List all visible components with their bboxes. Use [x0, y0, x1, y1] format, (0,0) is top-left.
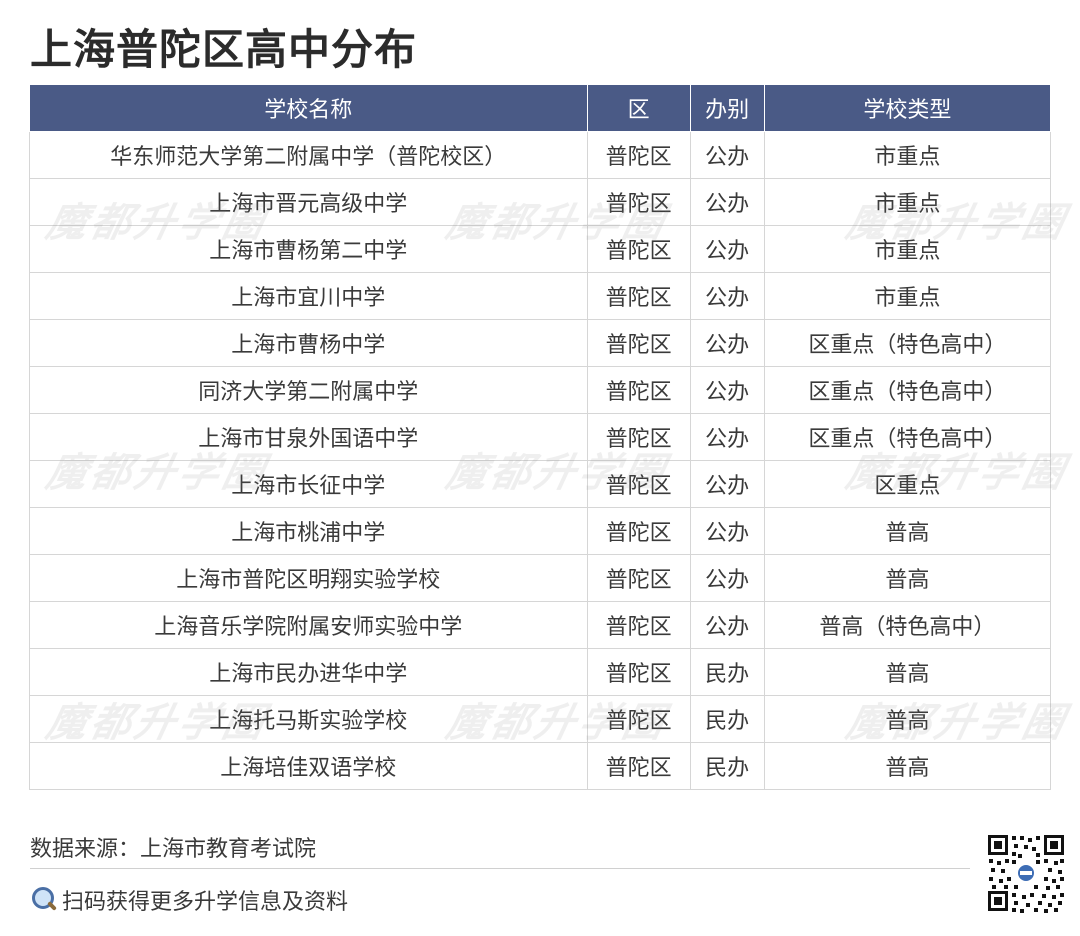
magnifying-glass-icon — [30, 886, 58, 914]
cell-school-name: 上海市桃浦中学 — [29, 507, 588, 555]
table-row: 上海市曹杨第二中学 普陀区 公办 市重点 — [29, 225, 1052, 273]
cell-school-name: 上海音乐学院附属安师实验中学 — [29, 601, 588, 649]
cell-school-name: 上海培佳双语学校 — [29, 742, 588, 790]
cell-school-type: 区重点（特色高中） — [763, 366, 1052, 414]
cell-school-name: 上海市曹杨第二中学 — [29, 225, 588, 273]
cell-school-type: 区重点 — [763, 460, 1052, 508]
cell-school-name: 上海市甘泉外国语中学 — [29, 413, 588, 461]
scan-prompt-text: 扫码获得更多升学信息及资料 — [62, 890, 349, 915]
cell-school-type: 市重点 — [763, 131, 1052, 179]
table-row: 上海市晋元高级中学 普陀区 公办 市重点 — [29, 178, 1052, 226]
cell-school-name: 上海市宜川中学 — [29, 272, 588, 320]
cell-district: 普陀区 — [586, 554, 691, 602]
cell-school-name: 上海市曹杨中学 — [29, 319, 588, 367]
header-school-name: 学校名称 — [29, 84, 588, 132]
table-row: 上海市桃浦中学 普陀区 公办 普高 — [29, 507, 1052, 555]
table-row: 上海市宜川中学 普陀区 公办 市重点 — [29, 272, 1052, 320]
cell-ownership: 公办 — [689, 319, 765, 367]
cell-district: 普陀区 — [586, 272, 691, 320]
table-row: 同济大学第二附属中学 普陀区 公办 区重点（特色高中） — [29, 366, 1052, 414]
cell-school-type: 市重点 — [763, 178, 1052, 226]
cell-school-type: 普高 — [763, 507, 1052, 555]
cell-ownership: 公办 — [689, 366, 765, 414]
cell-district: 普陀区 — [586, 460, 691, 508]
header-district: 区 — [586, 84, 691, 132]
cell-ownership: 公办 — [689, 225, 765, 273]
cell-ownership: 公办 — [689, 131, 765, 179]
page-title: 上海普陀区高中分布 — [30, 25, 418, 74]
scan-prompt: 扫码获得更多升学信息及资料 — [30, 884, 348, 916]
cell-school-type: 普高 — [763, 742, 1052, 790]
cell-school-type: 普高 — [763, 554, 1052, 602]
schools-table: 学校名称 区 办别 学校类型 华东师范大学第二附属中学（普陀校区） 普陀区 公办 市重… — [29, 84, 1052, 790]
cell-school-type: 普高 — [763, 648, 1052, 696]
cell-ownership: 公办 — [689, 601, 765, 649]
cell-school-name: 上海市晋元高级中学 — [29, 178, 588, 226]
cell-district: 普陀区 — [586, 131, 691, 179]
cell-school-type: 普高 — [763, 695, 1052, 743]
table-row: 上海培佳双语学校 普陀区 民办 普高 — [29, 742, 1052, 790]
cell-ownership: 公办 — [689, 178, 765, 226]
cell-school-type: 市重点 — [763, 225, 1052, 273]
cell-school-type: 区重点（特色高中） — [763, 413, 1052, 461]
cell-school-type: 区重点（特色高中） — [763, 319, 1052, 367]
cell-school-type: 市重点 — [763, 272, 1052, 320]
cell-district: 普陀区 — [586, 366, 691, 414]
cell-ownership: 公办 — [689, 413, 765, 461]
cell-ownership: 公办 — [689, 507, 765, 555]
table-row: 上海托马斯实验学校 普陀区 民办 普高 — [29, 695, 1052, 743]
cell-district: 普陀区 — [586, 742, 691, 790]
data-source-note: 数据来源：上海市教育考试院 — [30, 837, 317, 862]
cell-school-name: 上海托马斯实验学校 — [29, 695, 588, 743]
cell-school-name: 华东师范大学第二附属中学（普陀校区） — [29, 131, 588, 179]
cell-district: 普陀区 — [586, 319, 691, 367]
cell-district: 普陀区 — [586, 648, 691, 696]
header-ownership: 办别 — [689, 84, 765, 132]
cell-ownership: 公办 — [689, 272, 765, 320]
table-row: 上海音乐学院附属安师实验中学 普陀区 公办 普高（特色高中） — [29, 601, 1052, 649]
cell-school-name: 同济大学第二附属中学 — [29, 366, 588, 414]
header-school-type: 学校类型 — [763, 84, 1052, 132]
table-row: 华东师范大学第二附属中学（普陀校区） 普陀区 公办 市重点 — [29, 131, 1052, 179]
qr-code-icon[interactable] — [986, 833, 1066, 913]
table-row: 上海市普陀区明翔实验学校 普陀区 公办 普高 — [29, 554, 1052, 602]
table-row: 上海市民办进华中学 普陀区 民办 普高 — [29, 648, 1052, 696]
cell-school-name: 上海市长征中学 — [29, 460, 588, 508]
cell-ownership: 公办 — [689, 554, 765, 602]
table-row: 上海市曹杨中学 普陀区 公办 区重点（特色高中） — [29, 319, 1052, 367]
table-row: 上海市长征中学 普陀区 公办 区重点 — [29, 460, 1052, 508]
table-row: 上海市甘泉外国语中学 普陀区 公办 区重点（特色高中） — [29, 413, 1052, 461]
cell-district: 普陀区 — [586, 178, 691, 226]
cell-ownership: 民办 — [689, 695, 765, 743]
cell-school-type: 普高（特色高中） — [763, 601, 1052, 649]
cell-ownership: 公办 — [689, 460, 765, 508]
cell-ownership: 民办 — [689, 742, 765, 790]
cell-ownership: 民办 — [689, 648, 765, 696]
cell-district: 普陀区 — [586, 225, 691, 273]
cell-school-name: 上海市民办进华中学 — [29, 648, 588, 696]
table-body: 华东师范大学第二附属中学（普陀校区） 普陀区 公办 市重点 上海市晋元高级中学 普陀区 公办… — [29, 131, 1052, 790]
cell-district: 普陀区 — [586, 413, 691, 461]
table-header-row: 学校名称 区 办别 学校类型 — [29, 84, 1052, 132]
cell-district: 普陀区 — [586, 695, 691, 743]
cell-school-name: 上海市普陀区明翔实验学校 — [29, 554, 588, 602]
footer-divider — [30, 868, 970, 869]
cell-district: 普陀区 — [586, 507, 691, 555]
cell-district: 普陀区 — [586, 601, 691, 649]
